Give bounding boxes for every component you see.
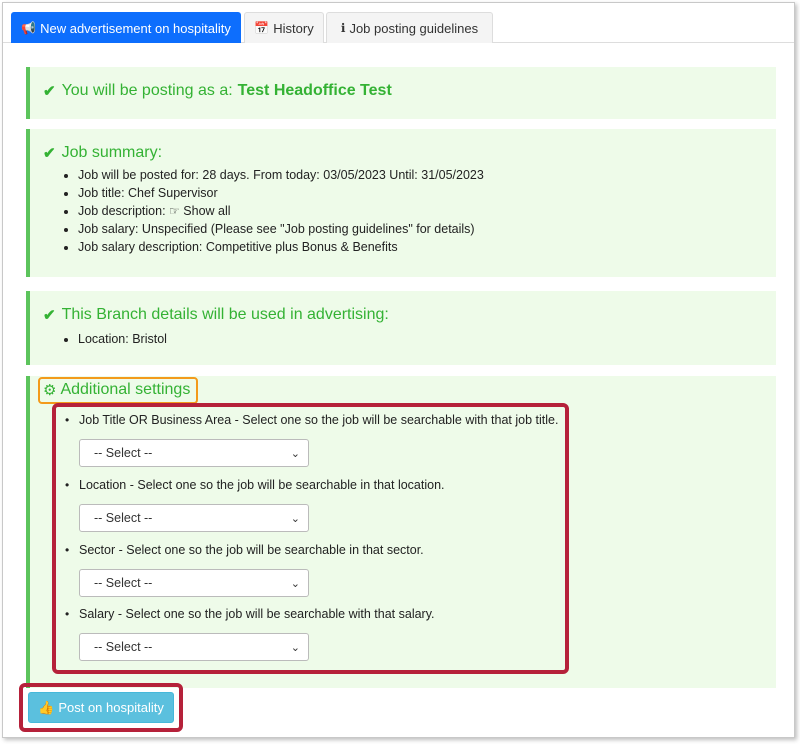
chevron-down-icon: ⌄ [290,447,300,460]
setting-location: • Location - Select one so the job will … [65,478,565,532]
tab-bar: 📢 New advertisement on hospitality 📅 His… [3,9,794,43]
check-icon: ✔ [43,307,56,324]
chevron-down-icon: ⌄ [290,512,300,525]
thumbs-up-icon: 👍 [38,699,55,715]
list-item: Job salary: Unspecified (Please see "Job… [78,220,484,238]
tab-label: New advertisement on hospitality [40,20,231,36]
setting-job-title: • Job Title OR Business Area - Select on… [65,413,565,467]
location-select[interactable]: -- Select -- ⌄ [79,504,309,532]
tab-job-posting-guidelines[interactable]: ℹ Job posting guidelines [326,12,493,43]
job-summary-panel: ✔ Job summary: Job will be posted for: 2… [26,129,776,277]
job-summary-heading: Job summary: [61,144,163,161]
additional-settings-heading: Additional settings [60,381,191,398]
app-frame: 📢 New advertisement on hospitality 📅 His… [2,2,795,738]
gear-icon: ⚙ [43,382,57,399]
branch-title: ✔ This Branch details will be used in ad… [43,306,389,324]
posting-as-prefix: You will be posting as a: [61,82,233,99]
list-item: Location: Bristol [78,330,167,348]
branch-panel: ✔ This Branch details will be used in ad… [26,291,776,365]
job-title-select[interactable]: -- Select -- ⌄ [79,439,309,467]
posting-as-panel: ✔ You will be posting as a: Test Headoff… [26,67,776,119]
salary-select[interactable]: -- Select -- ⌄ [79,633,309,661]
sector-select[interactable]: -- Select -- ⌄ [79,569,309,597]
job-summary-list: Job will be posted for: 28 days. From to… [30,166,484,256]
setting-sector: • Sector - Select one so the job will be… [65,543,565,597]
list-item: Job will be posted for: 28 days. From to… [78,166,484,184]
setting-label: • Salary - Select one so the job will be… [65,607,435,621]
list-item: Job salary description: Competitive plus… [78,238,484,256]
tab-history[interactable]: 📅 History [244,12,324,43]
posting-as-name: Test Headoffice Test [237,82,392,99]
job-summary-title: ✔ Job summary: [43,144,162,162]
chevron-down-icon: ⌄ [290,577,300,590]
calendar-icon: 📅 [254,21,270,35]
tab-label: Job posting guidelines [349,20,479,36]
megaphone-icon: 📢 [21,21,37,35]
show-all-link[interactable]: Show all [183,204,230,218]
hand-pointer-icon: ☞ [169,204,180,218]
setting-label: • Job Title OR Business Area - Select on… [65,413,559,427]
branch-list: Location: Bristol [30,330,167,348]
additional-settings-title: ⚙ Additional settings [43,381,190,399]
list-item: Job title: Chef Supervisor [78,184,484,202]
branch-heading: This Branch details will be used in adve… [61,306,389,323]
chevron-down-icon: ⌄ [290,641,300,654]
job-description-label: Job description: [78,204,166,218]
setting-label: • Location - Select one so the job will … [65,478,445,492]
info-circle-icon: ℹ [340,21,346,35]
setting-salary: • Salary - Select one so the job will be… [65,607,565,661]
posting-as-title: ✔ You will be posting as a: Test Headoff… [43,82,392,100]
tab-new-advertisement[interactable]: 📢 New advertisement on hospitality [11,12,241,43]
check-icon: ✔ [43,83,56,100]
tab-label: History [273,20,314,36]
setting-label: • Sector - Select one so the job will be… [65,543,424,557]
check-icon: ✔ [43,145,56,162]
list-item: Job description: ☞ Show all [78,202,484,220]
post-on-hospitality-button[interactable]: 👍 Post on hospitality [28,692,174,723]
